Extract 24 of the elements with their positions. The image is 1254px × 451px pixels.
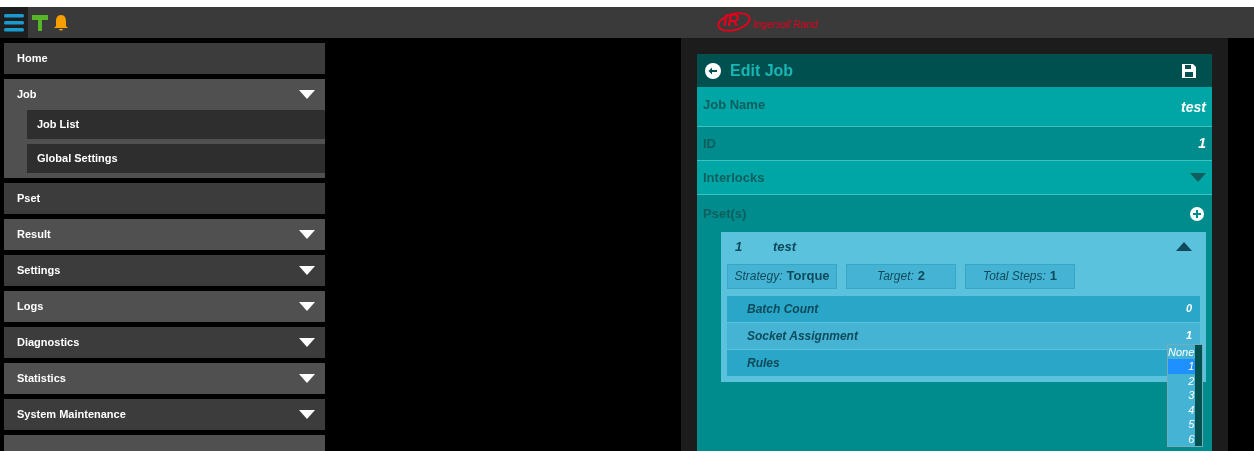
parameter-label: Socket Assignment <box>747 327 858 345</box>
sidebar-label: Statistics <box>17 371 66 387</box>
field-label: Interlocks <box>703 168 765 187</box>
sidebar-label: Result <box>17 227 51 243</box>
field-value: 1 <box>1198 134 1206 153</box>
parameter-value: 0 <box>1185 301 1192 317</box>
field-label: Job Name <box>703 96 766 114</box>
sidebar-label: System Maintenance <box>17 407 126 423</box>
parameter-label: Batch Count <box>747 300 819 318</box>
sidebar-label: Pset <box>17 191 41 207</box>
sidebar-label: Logs <box>17 299 44 315</box>
info-chip: Target: 2 <box>846 263 956 289</box>
parameter-label: Rules <box>747 354 780 372</box>
sidebar-label: Home <box>17 51 48 67</box>
pset-name: test <box>773 237 797 256</box>
sidebar-label: Job <box>17 87 37 103</box>
field-value: test <box>1181 98 1206 117</box>
info-chip: Strategy: Torque <box>727 263 837 289</box>
card-title: Edit Job <box>730 60 794 81</box>
pset-number: 1 <box>735 237 744 256</box>
sidebar-label: Diagnostics <box>17 335 80 351</box>
info-chip: Total Steps: 1 <box>965 263 1075 289</box>
parameter-value: 1 <box>1185 328 1192 344</box>
sidebar-label: Settings <box>17 263 61 279</box>
